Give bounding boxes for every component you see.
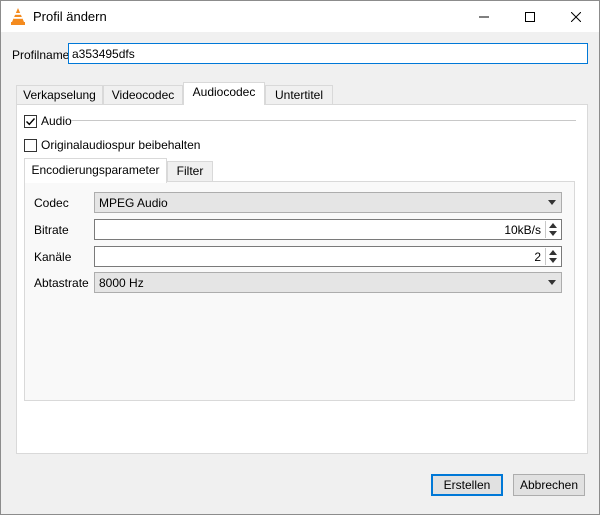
samplerate-select[interactable]: 8000 Hz (94, 272, 562, 293)
profile-name-label: Profilname (12, 48, 70, 62)
tab-encodierungsparameter[interactable]: Encodierungsparameter (24, 158, 167, 183)
audio-checkbox-label: Audio (41, 114, 72, 128)
vlc-cone-icon (10, 8, 26, 25)
tab-filter[interactable]: Filter (167, 161, 213, 182)
spin-up-icon[interactable] (549, 250, 557, 255)
codec-select[interactable]: MPEG Audio (94, 192, 562, 213)
minimize-button[interactable] (461, 1, 507, 32)
close-icon (571, 11, 581, 22)
audio-checkbox-row[interactable]: Audio (24, 114, 72, 128)
tab-untertitel[interactable]: Untertitel (265, 85, 333, 106)
channels-value: 2 (534, 250, 541, 264)
channels-spinbox[interactable]: 2 (94, 246, 562, 267)
maximize-icon (525, 11, 535, 22)
profile-name-input[interactable] (68, 43, 588, 64)
dropdown-arrow-icon (548, 200, 556, 205)
audio-checkbox[interactable] (24, 114, 37, 128)
create-button[interactable]: Erstellen (431, 474, 503, 496)
dropdown-arrow-icon (548, 280, 556, 285)
keep-original-label: Originalaudiospur beibehalten (41, 138, 201, 152)
maximize-button[interactable] (507, 1, 553, 32)
samplerate-value: 8000 Hz (99, 276, 144, 290)
checkmark-icon (26, 117, 36, 125)
samplerate-label: Abtastrate (34, 276, 89, 290)
window-title: Profil ändern (33, 9, 107, 24)
tab-videocodec[interactable]: Videocodec (103, 85, 183, 106)
spin-down-icon[interactable] (549, 258, 557, 263)
keep-original-row[interactable]: Originalaudiospur beibehalten (24, 138, 200, 152)
spin-down-icon[interactable] (549, 231, 557, 236)
keep-original-checkbox[interactable] (24, 138, 37, 152)
cancel-button[interactable]: Abbrechen (513, 474, 585, 496)
channels-stepper[interactable] (545, 248, 560, 265)
bitrate-value: 10kB/s (504, 223, 541, 237)
tab-verkapselung[interactable]: Verkapselung (16, 85, 103, 106)
codec-label: Codec (34, 196, 69, 210)
minimize-icon (479, 16, 489, 17)
close-button[interactable] (553, 1, 599, 32)
title-bar[interactable]: Profil ändern (1, 1, 599, 32)
spin-up-icon[interactable] (549, 223, 557, 228)
tab-audiocodec[interactable]: Audiocodec (183, 82, 265, 105)
bitrate-stepper[interactable] (545, 221, 560, 238)
codec-value: MPEG Audio (99, 196, 168, 210)
bitrate-spinbox[interactable]: 10kB/s (94, 219, 562, 240)
audio-group-divider (71, 120, 576, 121)
bitrate-label: Bitrate (34, 223, 69, 237)
channels-label: Kanäle (34, 250, 72, 264)
profile-dialog: Profil ändern Profilname Verkapselung Vi… (0, 0, 600, 515)
